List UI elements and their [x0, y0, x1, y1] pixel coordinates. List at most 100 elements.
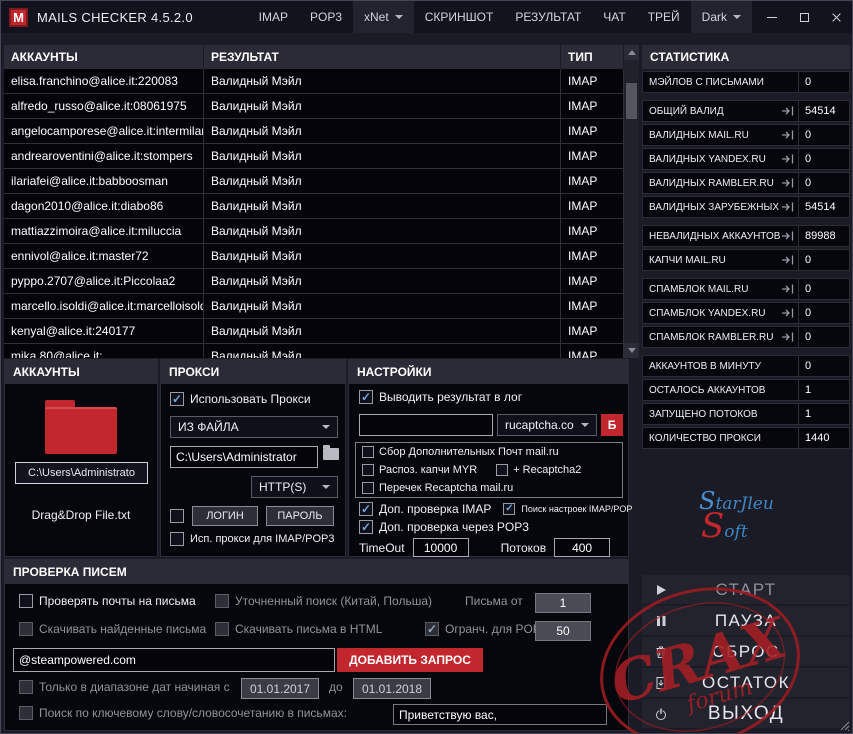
- mail-check-panel-title: ПРОВЕРКА ПИСЕМ: [5, 560, 628, 584]
- menu-imap[interactable]: IMAP: [248, 1, 299, 33]
- accounts-file-path-button[interactable]: C:\Users\Administrato: [15, 462, 148, 484]
- date-from-button[interactable]: 01.01.2017: [241, 678, 319, 699]
- export-icon[interactable]: [781, 254, 794, 266]
- app-window: M MAILS CHECKER 4.5.2.0 IMAP POP3 xNet С…: [0, 0, 853, 734]
- table-row[interactable]: elisa.franchino@alice.it:220083 Валидный…: [4, 69, 624, 94]
- remainder-button[interactable]: ОСТАТОК: [642, 668, 850, 697]
- export-icon[interactable]: [781, 283, 794, 295]
- scroll-down-button[interactable]: [624, 343, 639, 358]
- proxy-source-select[interactable]: ИЗ ФАЙЛА: [170, 416, 338, 438]
- check-mail-label: Проверять почты на письма: [39, 594, 196, 608]
- download-found-checkbox[interactable]: [19, 622, 33, 636]
- result-cell: Валидный Мэйл: [204, 94, 561, 118]
- menu-tray[interactable]: ТРЕЙ: [637, 1, 691, 33]
- table-row[interactable]: mika.80@alice.it:...... Валидный Мэйл IM…: [4, 344, 624, 358]
- imap-pop-search-checkbox[interactable]: [503, 503, 516, 515]
- captcha-balance-button[interactable]: Б: [601, 414, 623, 436]
- export-icon[interactable]: [781, 307, 794, 319]
- menu-result[interactable]: РЕЗУЛЬТАТ: [504, 1, 592, 33]
- log-output-checkbox[interactable]: [359, 390, 373, 404]
- column-header-type[interactable]: ТИП: [561, 45, 624, 69]
- account-cell: alfredo_russo@alice.it:08061975: [4, 94, 204, 118]
- export-icon[interactable]: [781, 105, 794, 117]
- menu-theme-dropdown[interactable]: Dark: [690, 1, 752, 33]
- exit-button[interactable]: ВЫХОД: [642, 699, 850, 728]
- menu-screenshot[interactable]: СКРИНШОТ: [414, 1, 505, 33]
- table-row[interactable]: mattiazzimoira@alice.it:miluccia Валидны…: [4, 219, 624, 244]
- keyword-search-label: Поиск по ключевому слову/словосочетанию …: [39, 706, 347, 720]
- proxy-password-button[interactable]: ПАРОЛЬ: [266, 506, 334, 526]
- check-mail-checkbox[interactable]: [19, 594, 33, 608]
- pop3-limit-input[interactable]: [535, 621, 591, 641]
- timeout-input[interactable]: [412, 538, 469, 557]
- table-row[interactable]: marcello.isoldi@alice.it:marcelloisoldi …: [4, 294, 624, 319]
- column-header-accounts[interactable]: АККАУНТЫ: [4, 45, 204, 69]
- stat-value: 0: [805, 360, 812, 372]
- extra-pop3-checkbox[interactable]: [359, 520, 373, 534]
- proxy-login-button[interactable]: ЛОГИН: [192, 506, 258, 526]
- stat-row: СПАМБЛОК YANDEX.RU 0: [642, 302, 850, 324]
- stat-value: 54514: [805, 201, 836, 213]
- proxy-auth-checkbox[interactable]: [170, 509, 184, 523]
- resize-grip[interactable]: [838, 719, 850, 731]
- table-row[interactable]: alfredo_russo@alice.it:08061975 Валидный…: [4, 94, 624, 119]
- date-to-button[interactable]: 01.01.2018: [353, 678, 431, 699]
- maximize-button[interactable]: [788, 1, 820, 33]
- captcha-key-input[interactable]: [359, 414, 493, 436]
- pause-button[interactable]: ПАУЗА: [642, 606, 850, 635]
- query-input[interactable]: [13, 648, 335, 672]
- type-cell: IMAP: [561, 219, 624, 243]
- export-icon[interactable]: [781, 129, 794, 141]
- recheck-recaptcha-checkbox[interactable]: [362, 482, 374, 494]
- result-cell: Валидный Мэйл: [204, 294, 561, 318]
- chevron-down-icon: [581, 423, 589, 427]
- export-icon[interactable]: [781, 177, 794, 189]
- download-html-checkbox[interactable]: [215, 622, 229, 636]
- column-header-result[interactable]: РЕЗУЛЬТАТ: [204, 45, 561, 69]
- recognize-captcha-checkbox[interactable]: [362, 464, 374, 476]
- table-row[interactable]: ilariafei@alice.it:babboosman Валидный М…: [4, 169, 624, 194]
- proxy-browse-button[interactable]: [323, 445, 339, 460]
- result-cell: Валидный Мэйл: [204, 119, 561, 143]
- table-row[interactable]: dagon2010@alice.it:diabo86 Валидный Мэйл…: [4, 194, 624, 219]
- recaptcha2-checkbox[interactable]: [496, 464, 509, 476]
- table-scrollbar[interactable]: [624, 45, 639, 358]
- proxy-file-input[interactable]: [170, 446, 318, 468]
- keyword-input[interactable]: [393, 704, 607, 725]
- type-cell: IMAP: [561, 344, 624, 358]
- table-row[interactable]: kenyal@alice.it:240177 Валидный Мэйл IMA…: [4, 319, 624, 344]
- proxy-for-imap-checkbox[interactable]: [170, 532, 184, 546]
- menu-xnet-dropdown[interactable]: xNet: [353, 1, 414, 33]
- scroll-up-button[interactable]: [624, 45, 639, 60]
- table-row[interactable]: andrearoventini@alice.it:stompers Валидн…: [4, 144, 624, 169]
- table-row[interactable]: pyppo.2707@alice.it:Piccolaa2 Валидный М…: [4, 269, 624, 294]
- threads-input[interactable]: [554, 538, 611, 557]
- collect-mailru-checkbox[interactable]: [362, 446, 374, 458]
- use-proxy-checkbox[interactable]: [170, 392, 184, 406]
- menu-pop3[interactable]: POP3: [299, 1, 353, 33]
- export-icon[interactable]: [781, 230, 794, 242]
- refined-search-checkbox[interactable]: [215, 594, 229, 608]
- pop3-limit-checkbox[interactable]: [425, 622, 439, 636]
- table-row[interactable]: angelocamporese@alice.it:intermilan Вали…: [4, 119, 624, 144]
- extra-imap-checkbox[interactable]: [359, 502, 373, 516]
- add-query-button[interactable]: ДОБАВИТЬ ЗАПРОС: [337, 648, 483, 672]
- close-button[interactable]: [820, 1, 852, 33]
- keyword-search-checkbox[interactable]: [19, 706, 33, 720]
- start-button[interactable]: СТАРТ: [642, 575, 850, 604]
- letters-from-input[interactable]: [535, 593, 591, 613]
- download-found-label: Скачивать найденные письма: [39, 622, 207, 636]
- table-row[interactable]: ennivol@alice.it:master72 Валидный Мэйл …: [4, 244, 624, 269]
- date-range-checkbox[interactable]: [19, 680, 33, 694]
- export-icon[interactable]: [781, 153, 794, 165]
- minimize-button[interactable]: [756, 1, 788, 33]
- menu-chat[interactable]: ЧАТ: [592, 1, 636, 33]
- export-icon[interactable]: [781, 201, 794, 213]
- captcha-service-select[interactable]: rucaptcha.co: [497, 414, 597, 436]
- reset-button[interactable]: СБРОС: [642, 637, 850, 666]
- scrollbar-thumb[interactable]: [626, 83, 637, 119]
- export-icon[interactable]: [781, 331, 794, 343]
- proxy-type-select[interactable]: HTTP(S): [251, 476, 338, 498]
- account-cell: ennivol@alice.it:master72: [4, 244, 204, 268]
- folder-icon[interactable]: [45, 400, 117, 454]
